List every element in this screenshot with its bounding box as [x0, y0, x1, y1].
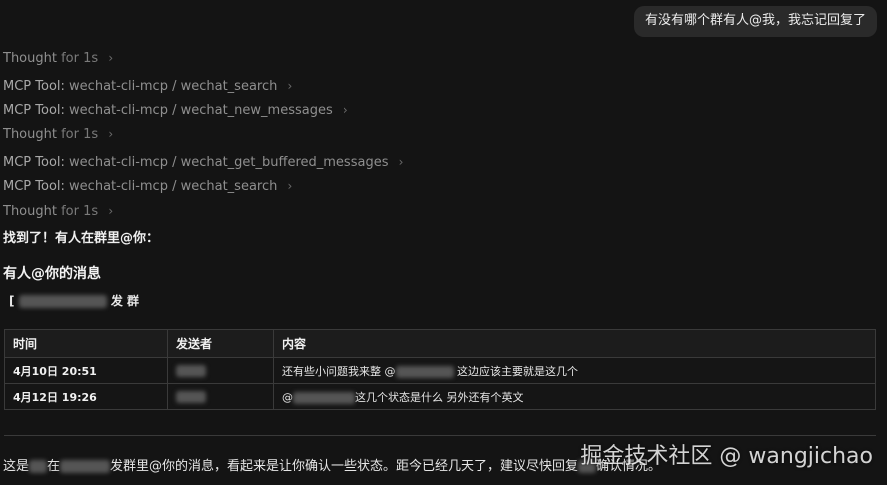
group-name-suffix: 发 群: [110, 294, 140, 308]
mcp-tool-step-1[interactable]: MCP Tool: wechat-cli-mcp / wechat_search…: [3, 77, 292, 95]
summary-mid1: 在: [47, 459, 61, 474]
divider: [4, 435, 876, 436]
redacted-name: [29, 460, 48, 473]
summary-mid2: 发群里@你的消息，看起来是让你确认一些状态。距今已经几天了，建议尽快回复: [110, 459, 579, 474]
header-sender: 发送者: [167, 329, 274, 358]
thought-label: Thought: [3, 127, 57, 142]
mcp-tool-name: wechat-cli-mcp / wechat_new_messages: [69, 103, 333, 118]
answer-summary: 这是在发群里@你的消息，看起来是让你确认一些状态。距今已经几天了，建议尽快回复确…: [3, 455, 661, 474]
mcp-tool-name: wechat-cli-mcp / wechat_search: [69, 79, 278, 94]
group-name-prefix: [: [9, 294, 15, 308]
header-time: 时间: [4, 329, 168, 358]
redacted-mention: [293, 391, 355, 404]
mcp-tool-step-2[interactable]: MCP Tool: wechat-cli-mcp / wechat_new_me…: [3, 101, 348, 119]
content-prefix: @: [282, 390, 293, 404]
chevron-right-icon: ›: [287, 179, 293, 193]
thought-label: Thought: [3, 204, 57, 219]
watermark: 掘金技术社区 @ wangjichao: [580, 444, 873, 469]
cell-time: 4月12日 19:26: [4, 383, 168, 410]
thought-duration: for 1s: [61, 51, 99, 66]
thought-duration: for 1s: [61, 127, 99, 142]
content-suffix: 这边应该主要就是这几个: [457, 364, 578, 378]
table-header-row: 时间 发送者 内容: [4, 329, 876, 358]
header-content: 内容: [273, 329, 876, 358]
thought-step-3[interactable]: Thought for 1s ›: [3, 202, 113, 220]
content-prefix: 还有些小问题我来整 @: [282, 364, 396, 378]
mcp-tool-prefix: MCP Tool:: [3, 79, 65, 94]
chevron-right-icon: ›: [398, 155, 404, 169]
redacted-group: [60, 460, 111, 473]
mcp-tool-prefix: MCP Tool:: [3, 155, 65, 170]
cell-content: @ 这几个状态是什么 另外还有个英文: [273, 383, 876, 410]
group-name: [ 发 群: [9, 292, 139, 309]
thought-duration: for 1s: [61, 204, 99, 219]
answer-intro: 找到了！有人在群里@你：: [3, 231, 160, 246]
chevron-right-icon: ›: [342, 103, 348, 117]
cell-content: 还有些小问题我来整 @ 这边应该主要就是这几个: [273, 357, 876, 384]
answer-heading: 有人@你的消息: [3, 266, 101, 282]
cell-sender: [167, 357, 274, 384]
mcp-tool-step-3[interactable]: MCP Tool: wechat-cli-mcp / wechat_get_bu…: [3, 153, 403, 171]
cell-time: 4月10日 20:51: [4, 357, 168, 384]
table-row: 4月12日 19:26 @ 这几个状态是什么 另外还有个英文: [4, 383, 876, 410]
chevron-right-icon: ›: [287, 79, 293, 93]
thought-label: Thought: [3, 51, 57, 66]
mcp-tool-prefix: MCP Tool:: [3, 103, 65, 118]
redacted-group-name: [18, 295, 107, 308]
content-suffix: 这几个状态是什么 另外还有个英文: [355, 390, 524, 404]
redacted-sender: [176, 365, 206, 377]
mcp-tool-name: wechat-cli-mcp / wechat_get_buffered_mes…: [69, 155, 389, 170]
redacted-sender: [176, 391, 206, 403]
mcp-tool-prefix: MCP Tool:: [3, 179, 65, 194]
thought-step-2[interactable]: Thought for 1s ›: [3, 125, 113, 143]
cell-sender: [167, 383, 274, 410]
mcp-tool-name: wechat-cli-mcp / wechat_search: [69, 179, 278, 194]
summary-prefix: 这是: [3, 459, 30, 474]
thought-step-1[interactable]: Thought for 1s ›: [3, 49, 113, 67]
table-row: 4月10日 20:51 还有些小问题我来整 @ 这边应该主要就是这几个: [4, 357, 876, 384]
user-message-bubble: 有没有哪个群有人@我，我忘记回复了: [633, 6, 877, 37]
mcp-tool-step-4[interactable]: MCP Tool: wechat-cli-mcp / wechat_search…: [3, 177, 292, 195]
chevron-right-icon: ›: [108, 51, 114, 65]
chevron-right-icon: ›: [108, 204, 114, 218]
chevron-right-icon: ›: [108, 127, 114, 141]
messages-table: 时间 发送者 内容 4月10日 20:51 还有些小问题我来整 @ 这边应该主要…: [4, 329, 876, 410]
redacted-mention: [395, 365, 454, 378]
